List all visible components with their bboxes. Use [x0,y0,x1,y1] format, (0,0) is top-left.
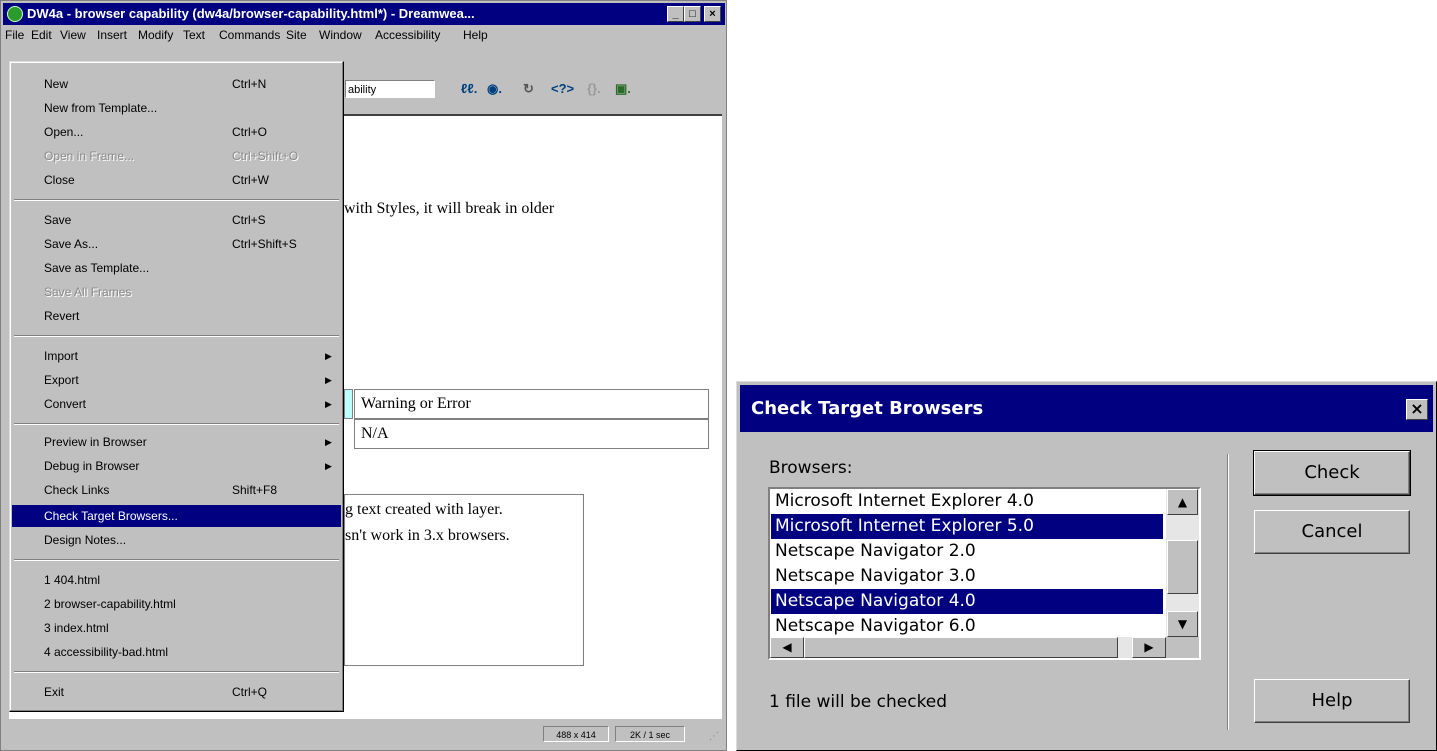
dreamweaver-app-icon[interactable] [7,6,23,22]
list-item[interactable]: Microsoft Internet Explorer 4.0 [771,489,1163,514]
menu-view[interactable]: View [60,28,86,42]
list-item[interactable]: Netscape Navigator 3.0 [771,564,1163,589]
menu-commands[interactable]: Commands [219,28,280,42]
submenu-arrow-icon: ▶ [325,399,332,409]
scroll-left-button[interactable]: ◀ [770,637,804,658]
refresh-icon[interactable]: ↻ [523,81,534,97]
menu-item-save[interactable]: Save Ctrl+S [12,209,341,231]
list-item[interactable]: Netscape Navigator 6.0 [771,614,1163,639]
maximize-button[interactable]: □ [684,6,701,22]
menu-item-preview-in-browser[interactable]: Preview in Browser ▶ [12,431,341,453]
menu-item-debug-in-browser[interactable]: Debug in Browser ▶ [12,455,341,477]
menu-accessibility[interactable]: Accessibility [375,28,440,42]
table-cell[interactable]: Warning or Error [354,389,709,419]
menu-item-check-links[interactable]: Check Links Shift+F8 [12,479,341,501]
vertical-scrollbar[interactable]: ▲ ▼ [1166,489,1199,637]
list-item[interactable]: Netscape Navigator 2.0 [771,539,1163,564]
dialog-titlebar[interactable]: Check Target Browsers [740,385,1433,432]
menu-separator [14,559,339,561]
menu-item-new[interactable]: New Ctrl+N [12,73,341,95]
menu-item-convert[interactable]: Convert ▶ [12,393,341,415]
menu-item-recent-file[interactable]: 1 404.html [12,569,341,591]
table-cell[interactable]: N/A [354,419,709,449]
menu-insert[interactable]: Insert [97,28,127,42]
check-target-browsers-dialog: Check Target Browsers × Browsers: Micros… [736,381,1437,751]
menu-item-exit[interactable]: Exit Ctrl+Q [12,681,341,703]
menu-file[interactable]: File [5,28,24,42]
layer-text-line: g text created with layer. [345,501,503,518]
submenu-arrow-icon: ▶ [325,461,332,471]
browsers-label: Browsers: [769,458,853,478]
menu-help[interactable]: Help [463,28,488,42]
window-size-indicator[interactable]: 488 x 414 [543,726,609,742]
vertical-divider [1227,454,1229,730]
menu-item-save-all-frames: Save All Frames [44,285,132,299]
menu-item-design-notes[interactable]: Design Notes... [12,529,341,551]
window-titlebar[interactable]: DW4a - browser capability (dw4a/browser-… [3,3,725,25]
menu-item-save-as-template[interactable]: Save as Template... [12,257,341,279]
menu-text[interactable]: Text [183,28,205,42]
menu-item-open[interactable]: Open... Ctrl+O [12,121,341,143]
menu-item-recent-file[interactable]: 3 index.html [12,617,341,639]
menu-item-open-in-frame: Open in Frame... Ctrl+Shift+O [44,149,299,163]
page-title-input[interactable]: ability [345,80,435,98]
list-item[interactable]: Microsoft Internet Explorer 5.0 [771,514,1163,539]
close-button[interactable]: × [704,6,721,22]
menu-item-import[interactable]: Import ▶ [12,345,341,367]
menu-separator [14,335,339,337]
layer-box[interactable]: g text created with layer. sn't work in … [344,494,584,666]
cancel-button[interactable]: Cancel [1254,510,1410,554]
submenu-arrow-icon: ▶ [325,437,332,447]
status-bar: 488 x 414 2K / 1 sec ⋰ [3,719,725,749]
download-time-indicator: 2K / 1 sec [615,726,685,742]
dialog-close-button[interactable]: × [1406,399,1428,420]
file-menu-dropdown: New Ctrl+N New from Template... Open... Ct… [9,61,344,712]
scroll-right-button[interactable]: ▶ [1132,637,1166,658]
scroll-up-button[interactable]: ▲ [1167,489,1198,515]
view-options-icon[interactable]: ▣. [615,81,631,97]
menu-item-recent-file[interactable]: 2 browser-capability.html [12,593,341,615]
table-cell-highlight[interactable] [344,389,353,419]
files-to-check-status: 1 file will be checked [769,692,948,712]
menu-item-check-target-browsers[interactable]: Check Target Browsers... [12,505,341,527]
layer-text-line: sn't work in 3.x browsers. [345,527,510,544]
menu-site[interactable]: Site [286,28,307,42]
menu-item-recent-file[interactable]: 4 accessibility-bad.html [12,641,341,663]
menu-bar: File Edit View Insert Modify Text Comman… [3,25,725,45]
submenu-arrow-icon: ▶ [325,375,332,385]
menu-modify[interactable]: Modify [138,28,173,42]
check-button[interactable]: Check [1253,450,1411,496]
help-button[interactable]: Help [1254,679,1410,723]
code-navigation-icon[interactable]: {}. [587,81,601,96]
minimize-button[interactable]: _ [667,6,684,22]
menu-item-revert[interactable]: Revert [12,305,341,327]
menu-edit[interactable]: Edit [31,28,52,42]
horizontal-scroll-thumb[interactable] [804,637,1118,658]
body-text-line: with Styles, it will break in older [344,200,555,217]
menu-separator [14,671,339,673]
menu-separator [14,199,339,201]
scroll-down-button[interactable]: ▼ [1167,611,1198,637]
window-title: DW4a - browser capability (dw4a/browser-… [27,6,475,21]
browsers-listbox[interactable]: Microsoft Internet Explorer 4.0 Microsof… [768,487,1201,660]
menu-window[interactable]: Window [319,28,362,42]
submenu-arrow-icon: ▶ [325,351,332,361]
file-management-icon[interactable]: ℓℓ. [461,81,477,96]
preview-globe-icon[interactable]: ◉. [487,81,502,97]
dialog-title: Check Target Browsers [751,398,984,419]
horizontal-scrollbar[interactable]: ◀ ▶ [770,637,1166,658]
reference-icon[interactable]: <?> [551,81,574,96]
menu-item-export[interactable]: Export ▶ [12,369,341,391]
menu-item-close[interactable]: Close Ctrl+W [12,169,341,191]
menu-separator [14,423,339,425]
list-item[interactable]: Netscape Navigator 4.0 [771,589,1163,614]
menu-item-new-from-template[interactable]: New from Template... [12,97,341,119]
scrollbar-corner [1166,637,1199,658]
resize-grip-icon[interactable]: ⋰ [709,731,719,742]
menu-item-save-as[interactable]: Save As... Ctrl+Shift+S [12,233,341,255]
vertical-scroll-thumb[interactable] [1167,540,1198,594]
